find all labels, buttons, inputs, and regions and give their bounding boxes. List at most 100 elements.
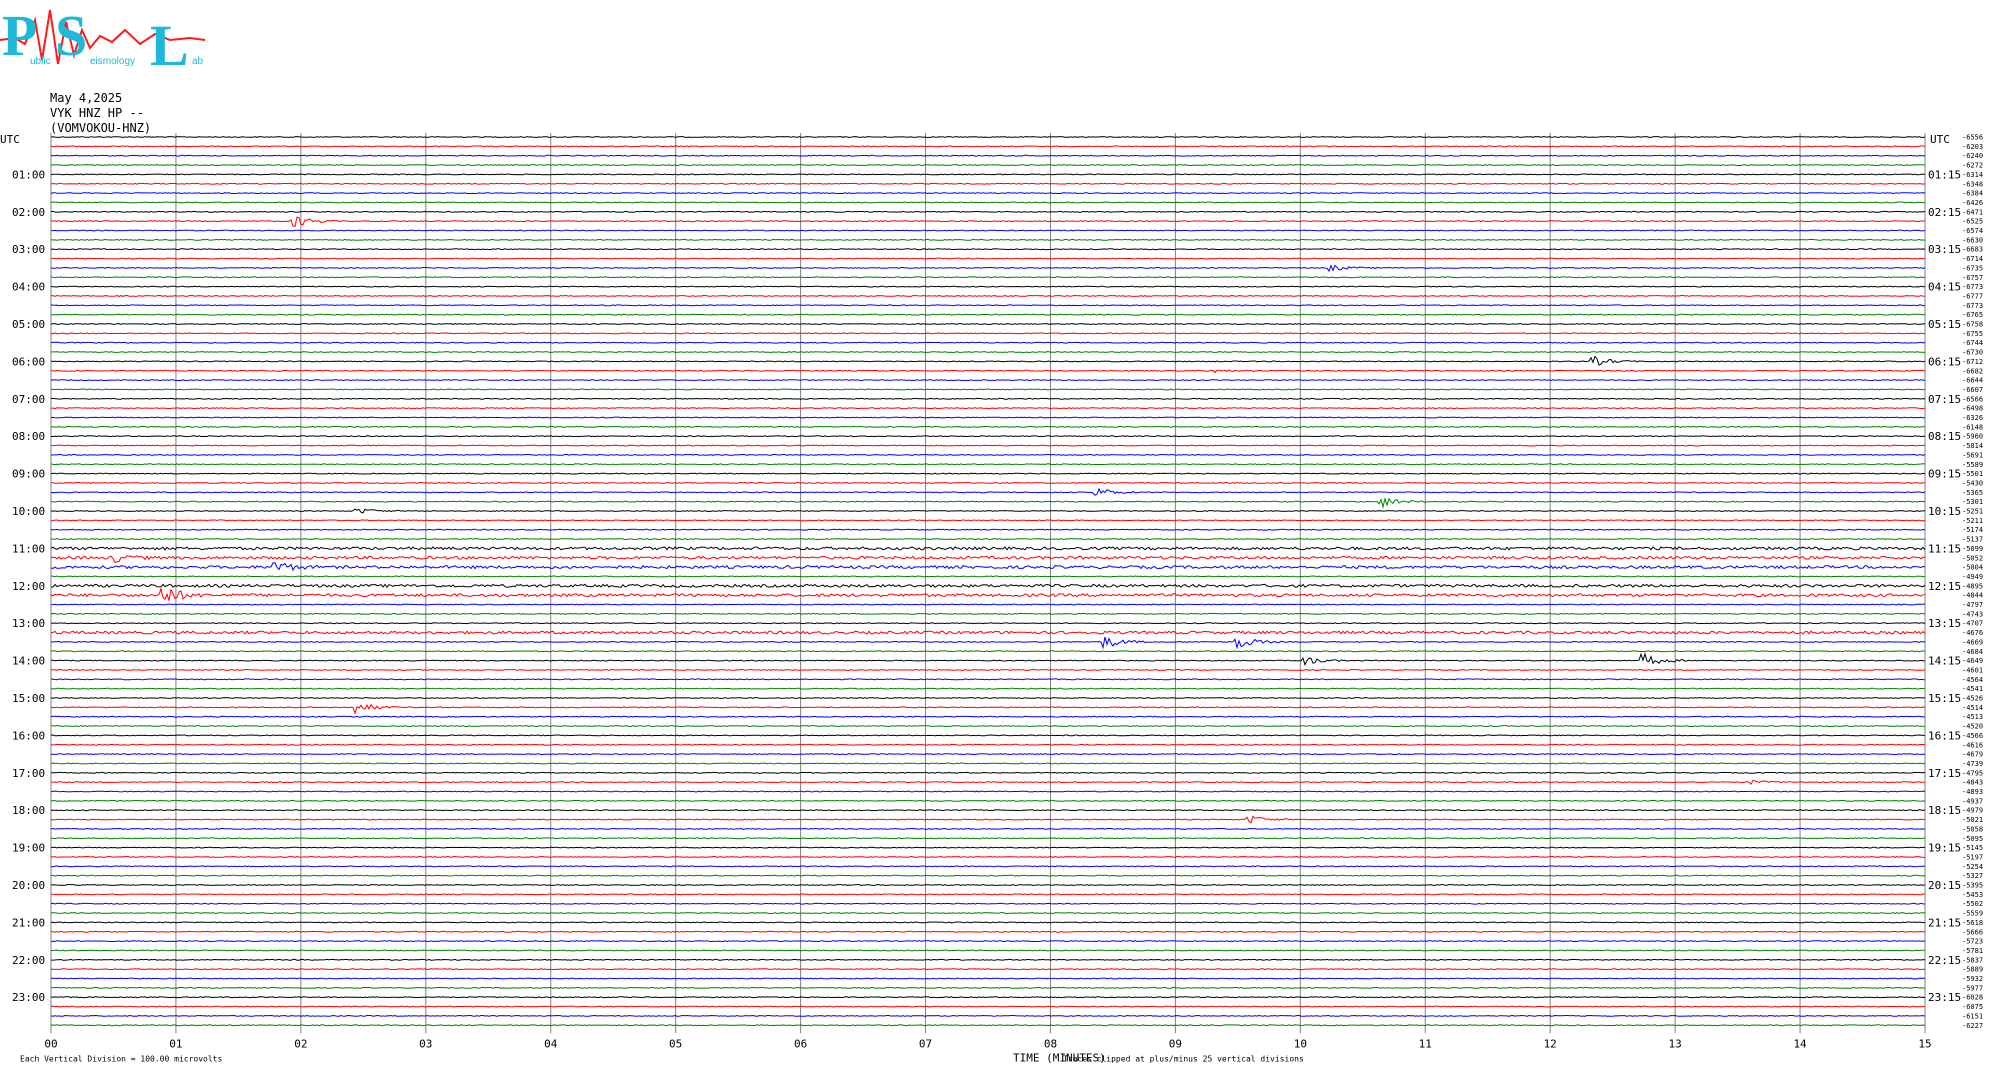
left-axis-title: UTC <box>0 133 20 146</box>
trace-offset-label: -5021 <box>1962 816 1983 824</box>
trace-line <box>50 636 1926 650</box>
trace-line <box>50 996 1926 999</box>
trace-offset-label: -6755 <box>1962 330 1983 338</box>
trace-offset-label: -4541 <box>1962 685 1983 693</box>
trace-line <box>50 154 1925 157</box>
trace-offset-label: -5781 <box>1962 947 1983 955</box>
trace-offset-label: -5251 <box>1962 508 1983 516</box>
trace-offset-label: -4669 <box>1962 638 1983 646</box>
trace-offset-label: -6314 <box>1962 171 1983 179</box>
trace-offset-label: -6735 <box>1962 264 1983 272</box>
trace-line <box>50 229 1926 232</box>
trace-offset-label: -6758 <box>1962 321 1983 329</box>
trace-line <box>50 743 1925 746</box>
trace-line <box>50 612 1925 615</box>
trace-offset-label: -6348 <box>1962 180 1983 188</box>
trace-offset-label: -4797 <box>1962 601 1983 609</box>
trace-offset-label: -5211 <box>1962 517 1983 525</box>
trace-offset-label: -4564 <box>1962 676 1983 684</box>
trace-offset-label: -5589 <box>1962 461 1983 469</box>
trace-line <box>50 837 1926 840</box>
trace-line <box>50 444 1926 447</box>
trace-line <box>50 650 1925 653</box>
trace-offset-label: -5099 <box>1962 545 1983 553</box>
trace-offset-label: -4649 <box>1962 657 1983 665</box>
trace-line <box>50 703 1926 715</box>
x-tick-label: 04 <box>544 1037 558 1050</box>
trace-line <box>50 884 1926 886</box>
trace-offset-label: -4893 <box>1962 788 1983 796</box>
trace-line <box>50 323 1926 325</box>
trace-line <box>50 496 1926 509</box>
hour-label-right: 09:15 <box>1928 468 1961 481</box>
trace-offset-label: -6765 <box>1962 311 1983 319</box>
trace-offset-label: -6712 <box>1962 358 1983 366</box>
trace-line <box>50 528 1926 531</box>
trace-line <box>50 546 1926 551</box>
trace-offset-label: -5327 <box>1962 872 1983 880</box>
trace-offset-label: -5618 <box>1962 919 1983 927</box>
trace-offset-label: -6326 <box>1962 414 1983 422</box>
trace-line <box>50 425 1926 428</box>
trace-group <box>50 136 1926 1027</box>
hour-label-right: 17:15 <box>1928 767 1961 780</box>
trace-offset-label: -5889 <box>1962 966 1983 974</box>
hour-label-right: 03:15 <box>1928 243 1961 256</box>
hour-label-left: 21:00 <box>12 916 45 929</box>
trace-line <box>50 1014 1926 1017</box>
trace-offset-label: -5058 <box>1962 825 1983 833</box>
trace-line <box>50 285 1926 288</box>
hour-label-right: 22:15 <box>1928 954 1961 967</box>
trace-line <box>50 753 1925 756</box>
helicorder-plot: 00 01 02 03 04 05 06 07 08 09 10 11 12 13 14 15-6556-62… <box>0 133 1983 1064</box>
trace-line <box>50 257 1926 260</box>
trace-offset-label: -6757 <box>1962 274 1983 282</box>
trace-offset-label: -6384 <box>1962 190 1983 198</box>
hour-label-left: 08:00 <box>12 430 45 443</box>
trace-offset-label: -6773 <box>1962 283 1983 291</box>
trace-line <box>50 238 1926 241</box>
hour-label-left: 15:00 <box>12 692 45 705</box>
trace-line <box>50 930 1926 933</box>
trace-offset-label: -5723 <box>1962 938 1983 946</box>
trace-offset-label: -5430 <box>1962 479 1983 487</box>
trace-line <box>50 725 1926 728</box>
trace-offset-label: -4566 <box>1962 732 1983 740</box>
trace-offset-label: -6227 <box>1962 1022 1983 1030</box>
trace-offset-label: -6272 <box>1962 162 1983 170</box>
trace-line <box>50 586 1926 601</box>
trace-line <box>50 379 1926 382</box>
trace-offset-label: -4743 <box>1962 610 1983 618</box>
trace-offset-label: -5977 <box>1962 984 1983 992</box>
hour-label-left: 12:00 <box>12 580 45 593</box>
trace-line <box>51 397 1926 400</box>
trace-offset-label: -6525 <box>1962 218 1983 226</box>
trace-offset-label: -4513 <box>1962 713 1983 721</box>
trace-offset-label: -5960 <box>1962 433 1983 441</box>
trace-offset-label: -5453 <box>1962 891 1983 899</box>
trace-line <box>50 487 1926 496</box>
trace-offset-label: -4520 <box>1962 723 1983 731</box>
trace-line <box>50 815 1926 824</box>
trace-offset-label: -6566 <box>1962 395 1983 403</box>
trace-offset-label: -5145 <box>1962 844 1983 852</box>
trace-offset-label: -5052 <box>1962 554 1983 562</box>
trace-line <box>50 779 1926 785</box>
hour-label-right: 11:15 <box>1928 542 1961 555</box>
hour-label-left: 11:00 <box>12 542 45 555</box>
trace-offset-label: -4795 <box>1962 769 1983 777</box>
hour-label-right: 12:15 <box>1928 580 1961 593</box>
hour-label-right: 06:15 <box>1928 355 1961 368</box>
trace-offset-label: -6730 <box>1962 349 1983 357</box>
trace-line <box>50 192 1926 195</box>
footer-scale-note: Each Vertical Division = 100.00 microvol… <box>20 1054 222 1063</box>
trace-line <box>50 921 1926 924</box>
trace-line <box>50 248 1926 251</box>
trace-line <box>50 145 1926 148</box>
trace-offset-label: -4676 <box>1962 629 1983 637</box>
trace-offset-label: -6744 <box>1962 339 1983 347</box>
trace-offset-label: -5559 <box>1962 910 1983 918</box>
trace-line <box>50 463 1926 466</box>
x-tick-label: 11 <box>1419 1037 1432 1050</box>
trace-offset-label: -6607 <box>1962 386 1983 394</box>
